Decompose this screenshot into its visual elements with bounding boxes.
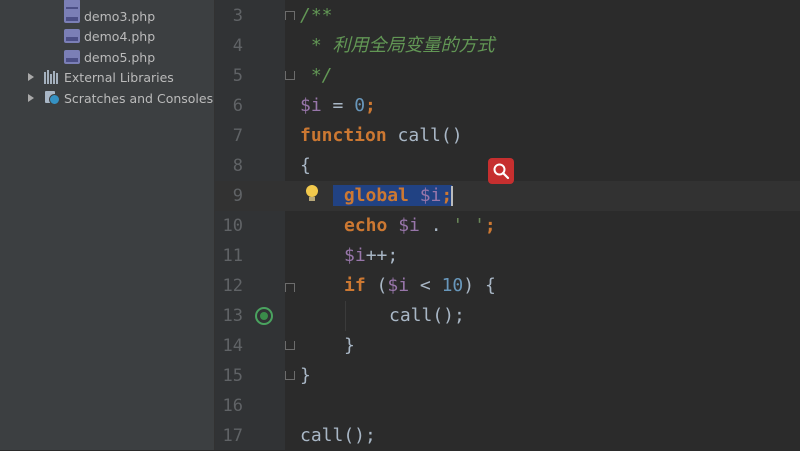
line-number: 17 xyxy=(222,426,243,446)
code-line-17: call(); xyxy=(300,425,376,446)
token-variable: $i xyxy=(387,215,420,236)
token-number: 0 xyxy=(354,95,366,116)
token-punct: ) { xyxy=(463,275,496,296)
token-semicolon: ; xyxy=(484,215,496,236)
current-line-highlight xyxy=(215,181,800,211)
tree-item-label: Scratches and Consoles xyxy=(64,90,214,106)
file-name: demo3.php xyxy=(84,8,156,24)
php-file-icon xyxy=(64,29,80,43)
text-caret xyxy=(451,186,454,206)
find-usages-icon[interactable] xyxy=(488,158,514,184)
fold-end-marker-icon[interactable] xyxy=(284,340,296,352)
selection: global $i; xyxy=(333,185,453,206)
recursive-call-icon[interactable] xyxy=(255,307,273,325)
code-line-3: /** xyxy=(300,5,333,26)
line-number: 5 xyxy=(232,66,243,86)
expand-arrow-icon[interactable] xyxy=(26,72,36,82)
file-name: demo5.php xyxy=(84,49,156,65)
file-item-demo5[interactable]: demo5.php xyxy=(64,47,155,67)
fold-marker-icon[interactable] xyxy=(284,282,296,294)
token-variable: $i xyxy=(344,245,366,266)
code-line-5: */ xyxy=(300,65,333,86)
line-number: 11 xyxy=(222,246,243,266)
indent-guide xyxy=(345,301,346,331)
tree-item-external-libraries[interactable]: External Libraries xyxy=(26,67,174,87)
line-number: 13 xyxy=(222,306,243,326)
code-line-14: } xyxy=(344,335,355,356)
php-file-icon xyxy=(64,9,80,23)
token-function: call() xyxy=(386,125,463,146)
line-number: 4 xyxy=(232,36,243,56)
code-line-12: if ($i < 10) { xyxy=(344,271,496,301)
line-number: 14 xyxy=(222,336,243,356)
line-number: 15 xyxy=(222,366,243,386)
token-keyword: if xyxy=(344,275,366,296)
token-keyword: global xyxy=(343,185,409,206)
scratches-icon xyxy=(44,91,60,105)
file-item-demo3[interactable]: demo3.php xyxy=(64,6,155,26)
tree-item-scratches[interactable]: Scratches and Consoles xyxy=(26,88,213,108)
line-number: 6 xyxy=(232,96,243,116)
code-line-8: { xyxy=(300,155,311,176)
code-line-15: } xyxy=(300,365,311,386)
line-number: 16 xyxy=(222,396,243,416)
fold-end-marker-icon[interactable] xyxy=(284,370,296,382)
code-line-4: * 利用全局变量的方式 xyxy=(300,35,495,56)
fold-end-marker-icon[interactable] xyxy=(284,70,296,82)
line-number: 3 xyxy=(232,6,243,26)
line-number: 8 xyxy=(232,156,243,176)
php-file-icon xyxy=(64,50,80,64)
token-variable: $i xyxy=(387,275,410,296)
code-line-7: function call() xyxy=(300,121,463,151)
token-number: 10 xyxy=(441,275,464,296)
search-icon xyxy=(493,163,510,180)
tree-item-label: External Libraries xyxy=(64,69,174,85)
line-number: 12 xyxy=(222,276,243,296)
line-number: 7 xyxy=(232,126,243,146)
fold-marker-icon[interactable] xyxy=(284,10,296,22)
token-string: ' ' xyxy=(452,215,485,236)
token-semicolon: ; xyxy=(365,95,376,116)
token-operator: < xyxy=(409,275,442,296)
token-operator: ++; xyxy=(365,245,399,266)
token-keyword: echo xyxy=(344,215,388,236)
file-name: demo4.php xyxy=(84,28,156,44)
token-variable: $i xyxy=(300,95,322,116)
line-number: 9 xyxy=(232,186,243,206)
file-item-demo4[interactable]: demo4.php xyxy=(64,26,155,46)
code-line-10: echo $i . ' '; xyxy=(344,211,496,241)
code-line-6: $i = 0; xyxy=(300,91,376,121)
intention-bulb-icon[interactable] xyxy=(305,184,319,204)
token-operator: . xyxy=(419,215,453,236)
token-variable: $i xyxy=(408,185,442,206)
code-line-9: global $i; xyxy=(333,181,454,211)
code-line-13: call(); xyxy=(389,305,465,326)
token-operator: = xyxy=(321,95,355,116)
line-number: 10 xyxy=(222,216,243,236)
token-keyword: function xyxy=(300,125,387,146)
code-line-11: $i++; xyxy=(344,241,398,271)
library-icon xyxy=(44,70,60,84)
token-punct: ( xyxy=(365,275,388,296)
expand-arrow-icon[interactable] xyxy=(26,93,36,103)
project-tool-window: demo3.php demo4.php demo5.php External L… xyxy=(0,0,214,450)
